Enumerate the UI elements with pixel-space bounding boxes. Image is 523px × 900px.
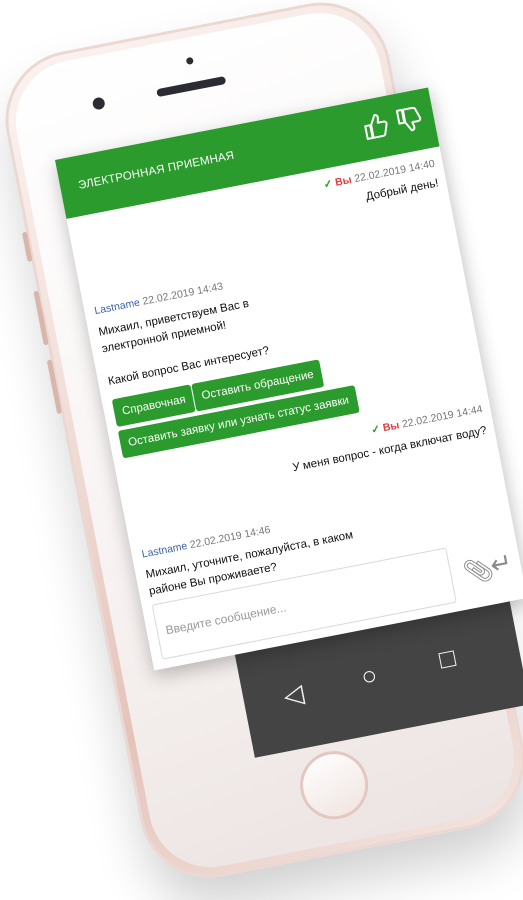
chat-title: ЭЛЕКТРОННАЯ ПРИЕМНАЯ — [77, 149, 236, 192]
you-label: Вы — [334, 173, 353, 189]
thumbs-down-icon[interactable] — [393, 104, 424, 136]
author-name: Lastname — [140, 539, 189, 561]
thumbs-up-icon[interactable] — [360, 110, 391, 142]
phone-volume-down — [46, 359, 63, 415]
phone-mute-switch — [21, 231, 33, 263]
back-nav-icon[interactable]: ◁ — [281, 678, 307, 712]
you-label: Вы — [381, 419, 401, 435]
recent-apps-nav-icon[interactable]: □ — [437, 642, 458, 675]
enter-arrow-icon[interactable]: ↵ — [487, 546, 514, 581]
phone-volume-up — [33, 290, 49, 346]
delivered-check-icon: ✓ — [322, 177, 334, 192]
author-name: Lastname — [93, 296, 142, 318]
home-nav-icon[interactable]: ○ — [359, 659, 380, 692]
delivered-check-icon: ✓ — [370, 423, 382, 437]
